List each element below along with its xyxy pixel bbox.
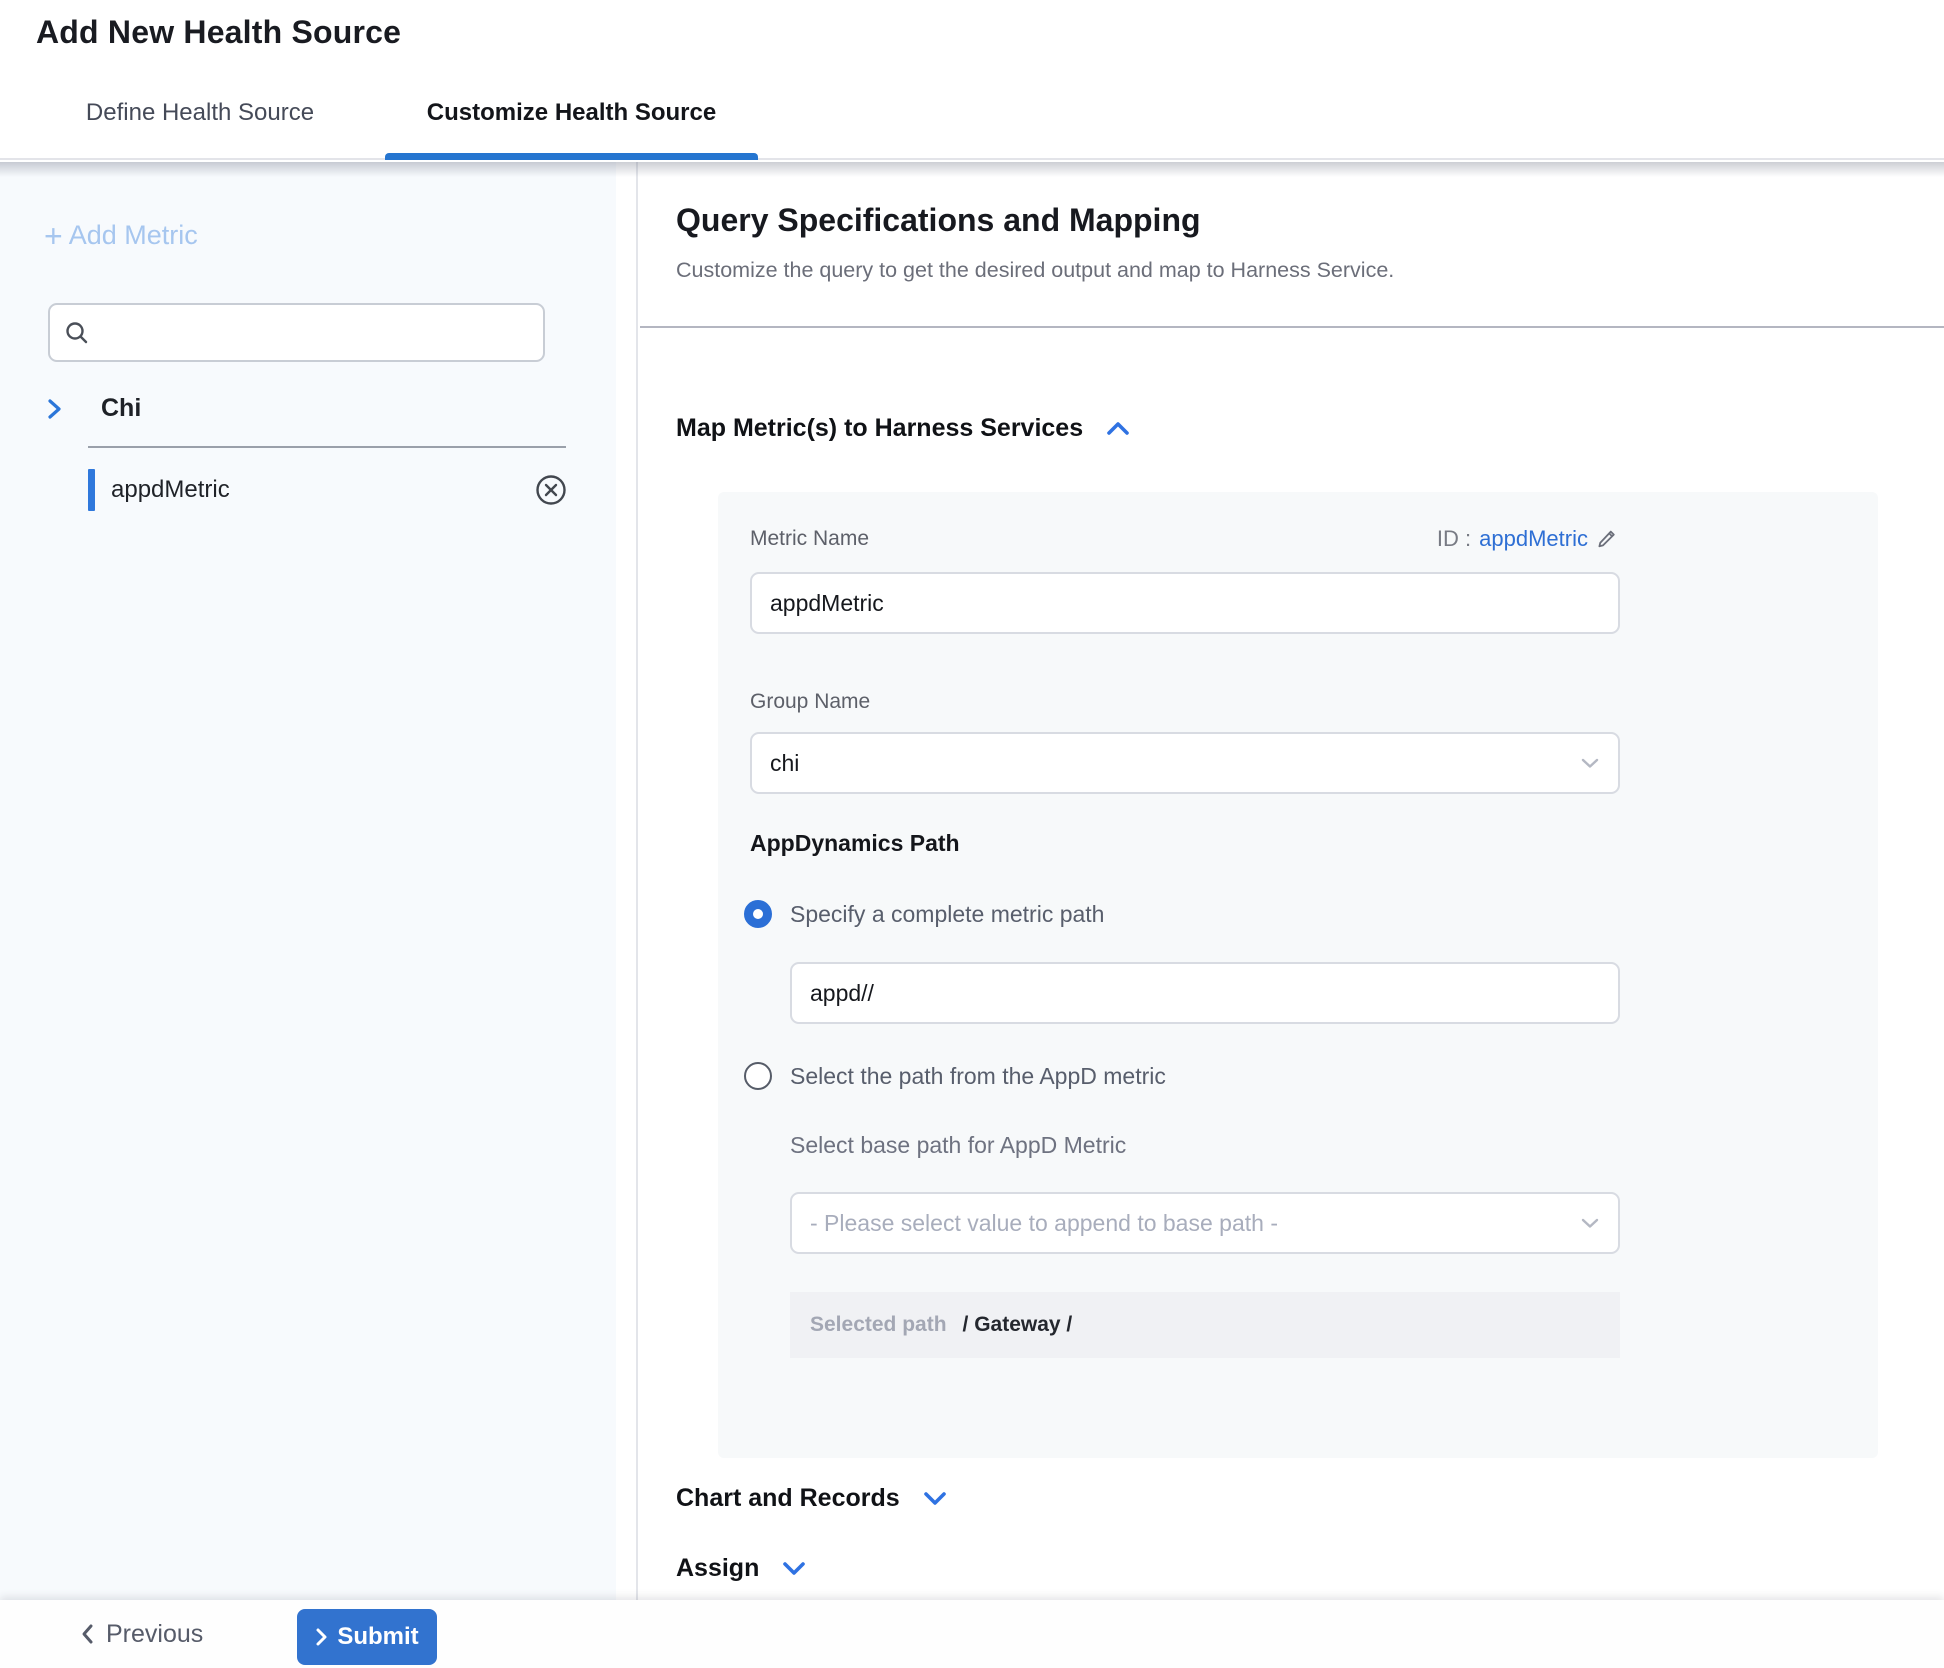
complete-metric-path-input[interactable] xyxy=(790,962,1620,1024)
query-spec-subtitle: Customize the query to get the desired o… xyxy=(676,258,1394,283)
assign-section-header[interactable]: Assign xyxy=(676,1554,807,1583)
base-path-placeholder: - Please select value to append to base … xyxy=(810,1210,1580,1237)
chevron-down-icon xyxy=(1580,1217,1600,1229)
query-spec-title: Query Specifications and Mapping xyxy=(676,202,1201,239)
map-metrics-section-header[interactable]: Map Metric(s) to Harness Services xyxy=(676,414,1131,443)
metric-item-label: appdMetric xyxy=(111,476,534,504)
metric-search-box xyxy=(48,303,545,362)
section-divider xyxy=(640,326,1944,328)
selected-metric-indicator xyxy=(88,469,95,511)
metric-name-row: Metric Name ID : appdMetric xyxy=(750,526,1620,552)
metric-id-value[interactable]: appdMetric xyxy=(1479,526,1588,552)
page-header: Add New Health Source xyxy=(0,0,1944,68)
metric-group-chi[interactable]: Chi xyxy=(46,394,141,423)
search-icon xyxy=(64,320,90,346)
selected-path-strip: Selected path / Gateway / xyxy=(790,1292,1620,1358)
chevron-left-icon xyxy=(80,1623,94,1645)
radio-selected-icon[interactable] xyxy=(744,900,772,928)
radio-unselected-icon[interactable] xyxy=(744,1062,772,1090)
appdynamics-path-heading: AppDynamics Path xyxy=(750,830,960,857)
selected-path-label: Selected path xyxy=(810,1313,947,1337)
chevron-right-icon xyxy=(315,1627,328,1647)
add-metric-label: Add Metric xyxy=(69,220,198,251)
previous-button[interactable]: Previous xyxy=(80,1600,203,1668)
metrics-sidebar: + Add Metric Chi appdMetric xyxy=(0,162,638,1600)
submit-label: Submit xyxy=(337,1623,418,1651)
tab-bar: Define Health Source Customize Health So… xyxy=(0,68,1944,160)
metric-list-item[interactable]: appdMetric xyxy=(88,468,568,512)
metric-search-input[interactable] xyxy=(100,319,529,346)
page-title: Add New Health Source xyxy=(36,14,401,51)
delete-metric-icon[interactable] xyxy=(534,473,568,507)
map-metrics-card: Metric Name ID : appdMetric Group Name c… xyxy=(718,492,1878,1458)
radio-specify-complete-path[interactable]: Specify a complete metric path xyxy=(744,900,1104,928)
radio-select-path-from-appd[interactable]: Select the path from the AppD metric xyxy=(744,1062,1166,1090)
group-name-value: chi xyxy=(770,750,1580,777)
wizard-footer: Previous Submit xyxy=(0,1600,1944,1668)
chevron-right-icon xyxy=(46,396,63,422)
add-health-source-page: Add New Health Source Define Health Sour… xyxy=(0,0,1944,1668)
chart-and-records-title: Chart and Records xyxy=(676,1484,900,1513)
edit-pencil-icon[interactable] xyxy=(1596,527,1620,551)
sidebar-divider xyxy=(88,446,566,448)
assign-title: Assign xyxy=(676,1554,759,1583)
query-spec-panel: Query Specifications and Mapping Customi… xyxy=(640,162,1944,1600)
metric-group-label: Chi xyxy=(101,394,141,423)
chart-and-records-section-header[interactable]: Chart and Records xyxy=(676,1484,948,1513)
map-metrics-section-title: Map Metric(s) to Harness Services xyxy=(676,414,1083,443)
radio-select-path-label: Select the path from the AppD metric xyxy=(790,1063,1166,1090)
active-tab-underline xyxy=(385,153,758,160)
group-name-label: Group Name xyxy=(750,690,870,714)
metrics-sidebar-surface xyxy=(0,162,616,1600)
base-path-label: Select base path for AppD Metric xyxy=(790,1132,1126,1159)
chevron-up-icon[interactable] xyxy=(1105,420,1131,437)
group-name-select[interactable]: chi xyxy=(750,732,1620,794)
tab-customize-health-source[interactable]: Customize Health Source xyxy=(385,68,758,158)
chevron-down-icon[interactable] xyxy=(781,1560,807,1577)
chevron-down-icon xyxy=(1580,757,1600,769)
previous-label: Previous xyxy=(106,1620,203,1649)
submit-button[interactable]: Submit xyxy=(297,1609,437,1665)
radio-specify-complete-path-label: Specify a complete metric path xyxy=(790,901,1104,928)
base-path-select[interactable]: - Please select value to append to base … xyxy=(790,1192,1620,1254)
plus-icon: + xyxy=(44,223,63,249)
selected-path-value: / Gateway / xyxy=(963,1313,1073,1337)
metric-id-group: ID : appdMetric xyxy=(1437,526,1620,552)
metric-name-input[interactable] xyxy=(750,572,1620,634)
chevron-down-icon[interactable] xyxy=(922,1490,948,1507)
add-metric-button[interactable]: + Add Metric xyxy=(44,220,198,251)
metric-name-label: Metric Name xyxy=(750,527,869,551)
metric-id-label: ID : xyxy=(1437,526,1471,552)
tab-define-health-source[interactable]: Define Health Source xyxy=(40,68,360,158)
